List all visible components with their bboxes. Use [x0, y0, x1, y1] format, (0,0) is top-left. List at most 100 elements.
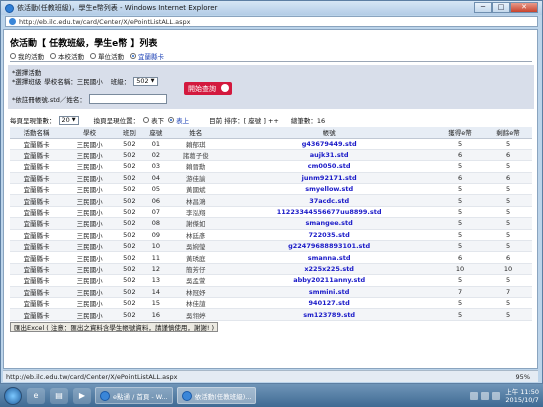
table-cell: 黃琇庭 [169, 251, 223, 264]
table-cell: 37acdc.std [222, 194, 437, 207]
table-cell: 三民國小 [63, 149, 117, 162]
table-cell: 722035.std [222, 229, 437, 242]
minimize-button[interactable]: ─ [474, 1, 492, 13]
tab-my-activities[interactable]: 我的活動 [10, 51, 44, 61]
query-button[interactable]: 開始查詢 [184, 82, 232, 95]
radio-icon[interactable] [50, 53, 56, 59]
ie-pinned-icon[interactable]: e [27, 387, 45, 404]
table-cell: 502 [116, 217, 143, 230]
table-cell: 11 [142, 251, 170, 264]
table-cell: 5 [484, 297, 532, 310]
table-cell: 11223344556677uu8899.std [222, 206, 437, 219]
table-cell: 李泓翔 [169, 206, 223, 219]
close-button[interactable]: ✕ [510, 1, 538, 13]
flag-icon[interactable] [492, 391, 501, 400]
taskbar: e ▤ ▶ e點通 / 首頁 - W... 依活動(任教班級)... 上午 11… [0, 384, 543, 407]
status-url: http://eb.ilc.edu.tw/card/Center/X/ePoin… [6, 372, 178, 381]
radio-icon[interactable] [143, 117, 150, 123]
table-cell: 07 [142, 206, 170, 219]
table-cell: 09 [142, 229, 170, 242]
table-cell: 6 [484, 172, 532, 185]
zoom-level[interactable]: 95% [516, 373, 530, 381]
class-select[interactable]: 502 ▼ [133, 76, 158, 86]
column-header[interactable]: 獲得e幣 [436, 127, 485, 139]
network-icon[interactable] [470, 391, 479, 400]
taskbar-item-activity-list[interactable]: 依活動(任教班級)... [176, 387, 257, 404]
column-header[interactable]: 學校 [63, 127, 117, 139]
table-cell: 吳翎婷 [169, 308, 223, 321]
table-cell: 06 [142, 194, 170, 207]
ie-logo-icon [5, 3, 14, 13]
tab-yilan-card[interactable]: 宜蘭縣卡 [130, 51, 164, 61]
column-header[interactable]: 姓名 [169, 127, 223, 139]
table-cell: 林冠妤 [169, 286, 223, 298]
table-cell: 10 [484, 263, 532, 276]
radio-icon[interactable] [90, 53, 96, 59]
table-cell: smmini.std [222, 286, 437, 298]
column-header[interactable]: 活動名稱 [10, 127, 64, 139]
media-player-icon[interactable]: ▶ [73, 387, 91, 404]
table-cell: sm123789.std [222, 308, 437, 321]
clock[interactable]: 上午 11:50 2015/10/7 [505, 388, 539, 404]
per-page-select[interactable]: 20 ▼ [58, 115, 79, 125]
table-cell: 三民國小 [63, 286, 117, 298]
table-cell: 宜蘭縣卡 [10, 229, 64, 242]
table-cell: 08 [142, 217, 170, 230]
table-cell: 5 [436, 297, 485, 310]
total-count: 總筆數：16 [290, 117, 326, 125]
table-cell: 宜蘭縣卡 [10, 297, 64, 310]
column-header[interactable]: 座號 [142, 127, 170, 139]
table-cell: 三民國小 [63, 138, 117, 150]
column-header[interactable]: 剩餘e幣 [484, 127, 532, 139]
radio-selected-icon[interactable] [168, 117, 175, 123]
chevron-down-icon: ▼ [150, 78, 155, 84]
taskbar-item-home[interactable]: e點通 / 首頁 - W... [95, 387, 173, 404]
table-cell: 10 [436, 263, 485, 276]
volume-icon[interactable] [481, 391, 490, 400]
radio-icon[interactable] [10, 53, 16, 59]
table-row: 宜蘭縣卡 三民國小 502 12 簡芳仔 x225x225.std 10 10 [10, 263, 532, 276]
table-cell: 6 [436, 172, 485, 185]
column-header[interactable]: 班別 [116, 127, 143, 139]
table-cell: 宜蘭縣卡 [10, 194, 64, 207]
table-row: 宜蘭縣卡 三民國小 502 08 謝傑如 smangee.std 5 5 [10, 217, 532, 230]
table-cell: 5 [436, 308, 485, 321]
class-label: *選擇班級 [12, 78, 42, 86]
table-cell: 謝傑如 [169, 217, 223, 230]
table-cell: 5 [436, 229, 485, 242]
table-row: 宜蘭縣卡 三民國小 502 13 吳孟萱 abby20211anny.std 5 5 [10, 274, 532, 287]
table-cell: 7 [484, 286, 532, 298]
table-cell: 7 [436, 286, 485, 298]
start-button[interactable] [4, 386, 22, 405]
export-excel-button[interactable]: 匯出Excel ( 注意：匯出之資料含學生帳號資料，請謹慎使用，謝謝! ) [10, 322, 219, 332]
tab-school-activities[interactable]: 本校活動 [50, 51, 84, 61]
address-text: http://eb.ilc.edu.tw/card/Center/X/ePoin… [19, 17, 191, 26]
table-cell: 三民國小 [63, 263, 117, 276]
title-bar[interactable]: 依活動(任教班級)，學生e幣列表 - Windows Internet Expl… [1, 1, 542, 15]
table-cell: smangee.std [222, 217, 437, 230]
pager-top-option[interactable]: 表上 [176, 115, 189, 125]
table-cell: 502 [116, 194, 143, 207]
table-cell: 賴晉勳 [169, 160, 223, 173]
page-content: 依活動【 任教班級，學生e幣 】列表 我的活動 本校活動 單位活動 宜蘭縣卡 *… [3, 29, 538, 369]
activity-type-tabs: 我的活動 本校活動 單位活動 宜蘭縣卡 [10, 51, 170, 61]
table-cell: 10 [142, 240, 170, 253]
table-cell: 宜蘭縣卡 [10, 217, 64, 230]
table-cell: 5 [436, 194, 485, 207]
address-bar[interactable]: http://eb.ilc.edu.tw/card/Center/X/ePoin… [5, 16, 538, 27]
tab-unit-activities[interactable]: 單位活動 [90, 51, 124, 61]
table-row: 宜蘭縣卡 三民國小 502 04 游佳諭 junm92171.std 6 6 [10, 172, 532, 185]
maximize-button[interactable]: □ [492, 1, 510, 13]
school-name-label: 學校名稱： [44, 78, 77, 86]
table-cell: 宜蘭縣卡 [10, 251, 64, 264]
search-input[interactable] [88, 94, 167, 104]
explorer-folder-icon[interactable]: ▤ [50, 387, 68, 404]
pager-bottom-option[interactable]: 表下 [151, 115, 164, 125]
list-controls: 每頁呈現筆數： 20 ▼ 換頁呈現位置： 表下 表上 目前 排序：[ 座號 ] +… [10, 115, 325, 125]
column-header[interactable]: 帳號 [222, 127, 437, 139]
radio-selected-icon[interactable] [130, 53, 136, 59]
table-cell: 940127.std [222, 297, 437, 310]
table-cell: 三民國小 [63, 183, 117, 196]
page-icon [9, 18, 16, 25]
table-row: 宜蘭縣卡 三民國小 502 11 黃琇庭 smanna.std 6 6 [10, 251, 532, 264]
